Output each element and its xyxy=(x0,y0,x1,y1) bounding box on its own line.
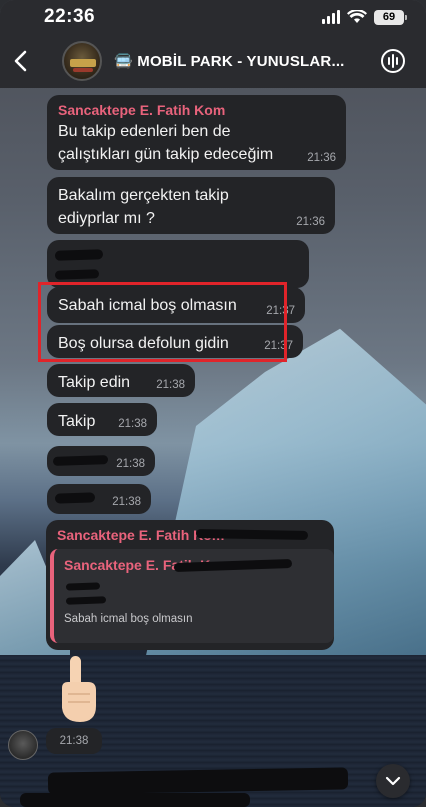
wifi-icon xyxy=(347,10,367,23)
message-sender: Sancaktepe E. Fatih Kom xyxy=(58,102,226,118)
redaction-scribble xyxy=(54,249,104,261)
redaction-scribble xyxy=(54,269,100,280)
message-text: Bakalım gerçekten takip ediyprlar mı ? xyxy=(58,187,229,227)
status-bar: 22:36 69 xyxy=(0,0,426,34)
message-bubble-redacted[interactable] xyxy=(47,240,309,288)
red-highlight-box xyxy=(38,282,287,362)
message-time: 21:36 xyxy=(307,152,336,164)
message-time: 21:36 xyxy=(296,216,325,228)
redaction-scribble xyxy=(20,793,250,807)
message-bubble[interactable]: Takip 21:38 xyxy=(47,403,157,436)
message-time-bubble[interactable]: 21:38 xyxy=(46,728,102,754)
sender-avatar[interactable] xyxy=(8,730,38,760)
message-bubble[interactable]: Takip edin 21:38 xyxy=(47,364,195,397)
group-avatar[interactable] xyxy=(62,41,102,81)
message-time: 21:38 xyxy=(118,418,147,430)
redaction-scribble xyxy=(54,492,96,504)
message-bubble[interactable]: Sancaktepe E. Fatih Kom Bu takip edenler… xyxy=(47,95,346,170)
message-bubble-redacted[interactable]: 21:38 xyxy=(47,446,155,476)
message-time: 21:38 xyxy=(59,735,89,747)
scroll-to-bottom-button[interactable] xyxy=(376,764,410,798)
cellular-signal-icon xyxy=(322,10,340,24)
status-time: 22:36 xyxy=(44,6,96,27)
message-bubble[interactable]: Bakalım gerçekten takip ediyprlar mı ? 2… xyxy=(47,177,335,234)
message-text: Bu takip edenleri ben de çalıştıkları gü… xyxy=(58,123,274,163)
pointing-down-hand-icon[interactable] xyxy=(54,654,100,726)
group-title: 🚍 MOBİL PARK - YUNUSLAR... xyxy=(114,53,345,70)
redaction-scribble xyxy=(65,596,107,605)
status-icons: 69 xyxy=(322,9,407,25)
message-time: 21:38 xyxy=(112,496,141,508)
redaction-scribble xyxy=(195,529,309,540)
redaction-scribble xyxy=(52,455,109,466)
redaction-scribble xyxy=(65,582,101,591)
chat-screen: 22:36 69 🚍 MOBİL PARK - YUNUSLAR... Sanc… xyxy=(0,0,426,807)
voice-chat-icon[interactable] xyxy=(380,48,406,74)
chevron-down-icon xyxy=(385,776,401,786)
battery-indicator: 69 xyxy=(374,9,407,25)
group-title-area[interactable]: 🚍 MOBİL PARK - YUNUSLAR... xyxy=(114,52,345,70)
message-time: 21:38 xyxy=(116,458,145,470)
message-time: 21:38 xyxy=(156,379,185,391)
chat-header: 🚍 MOBİL PARK - YUNUSLAR... xyxy=(0,34,426,88)
back-arrow-icon[interactable] xyxy=(0,34,40,88)
quoted-reply[interactable]: Sancaktepe E. Fatih Kom Sabah icmal boş … xyxy=(50,549,334,643)
message-bubble-redacted[interactable]: 21:38 xyxy=(47,484,151,514)
quoted-text: Sabah icmal boş olmasın xyxy=(64,613,193,625)
